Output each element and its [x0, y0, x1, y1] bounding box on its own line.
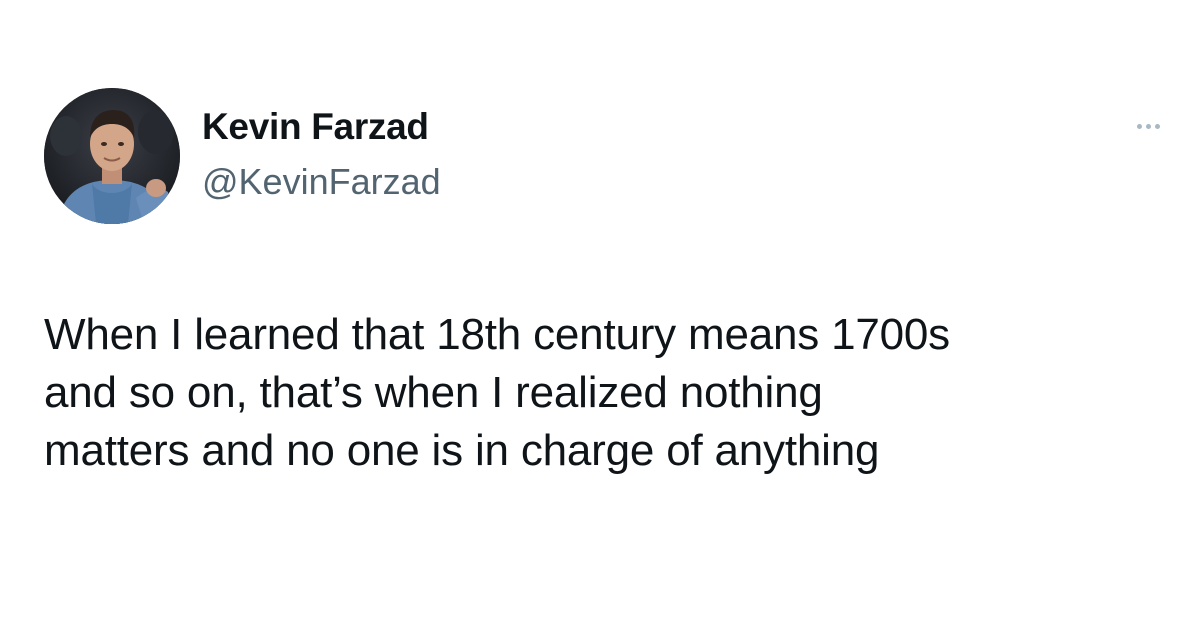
more-dot — [1145, 123, 1151, 129]
tweet-text-line: and so on, that’s when I realized nothin… — [44, 368, 823, 417]
tweet-text-line: When I learned that 18th century means 1… — [44, 310, 950, 359]
author-display-name[interactable]: Kevin Farzad — [202, 106, 429, 148]
author-avatar[interactable] — [44, 88, 180, 224]
author-handle[interactable]: @KevinFarzad — [202, 161, 441, 203]
more-options-icon[interactable] — [1128, 116, 1168, 136]
tweet-text: When I learned that 18th century means 1… — [44, 306, 1164, 480]
more-dot — [1136, 123, 1142, 129]
tweet-card: Kevin Farzad @KevinFarzad When I learned… — [0, 0, 1200, 630]
tweet-text-line: matters and no one is in charge of anyth… — [44, 426, 880, 475]
more-dot — [1154, 123, 1160, 129]
avatar-photo-icon — [44, 88, 180, 224]
